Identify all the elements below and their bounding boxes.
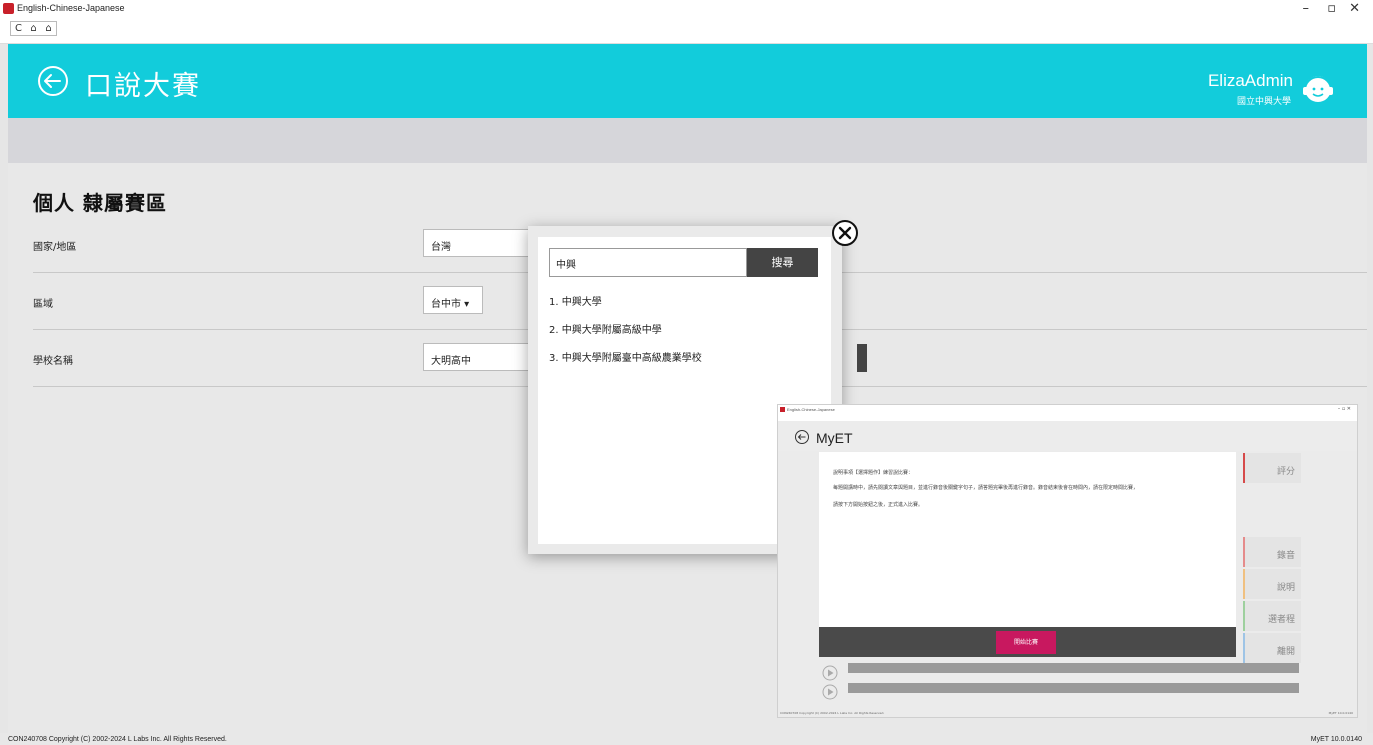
thumbnail-play-icon <box>822 665 838 681</box>
region-select[interactable]: 台中市 ▾ <box>423 286 483 314</box>
section-title: 個人 隸屬賽區 <box>33 191 167 215</box>
thumbnail-footer-version: MyET 10.0.0140 <box>1328 711 1353 715</box>
thumbnail-app-icon <box>780 407 785 412</box>
user-organization: 國立中興大學 <box>1236 97 1291 107</box>
country-label: 國家/地區 <box>33 242 77 253</box>
region-label: 區域 <box>33 299 53 310</box>
thumbnail-window-title: English-Chinese-Japanese <box>787 407 835 412</box>
thumbnail-window[interactable]: English-Chinese-Japanese – ▫ ✕ MyET 說明事項… <box>777 404 1358 718</box>
avatar-icon[interactable] <box>1301 72 1335 106</box>
thumbnail-side-score: 評分 <box>1243 453 1301 483</box>
school-field[interactable]: 大明高中 <box>423 343 533 371</box>
search-input[interactable]: 中興 <box>549 248 747 277</box>
thumbnail-header: MyET <box>778 421 1357 451</box>
version-text: MyET 10.0.0140 <box>1310 736 1362 743</box>
nav-buttons: C ⌂ ⌂ <box>10 21 57 36</box>
sub-header-bar <box>8 118 1367 163</box>
thumbnail-back-icon <box>795 430 809 444</box>
user-name: ElizaAdmin <box>1207 71 1293 90</box>
result-item[interactable]: 1. 中興大學 <box>549 293 602 308</box>
home-icon[interactable]: ⌂ <box>26 23 41 34</box>
school-search-button[interactable] <box>857 344 867 372</box>
thumbnail-text-line: 說明事項【選擇題作】練習說比賽： <box>833 470 914 476</box>
result-item[interactable]: 2. 中興大學附屬高級中學 <box>549 321 662 336</box>
app-icon <box>3 3 14 14</box>
thumbnail-window-controls: – ▫ ✕ <box>1337 406 1351 412</box>
thumbnail-start-button: 開始比賽 <box>996 631 1056 654</box>
thumbnail-side-help: 說明 <box>1243 569 1301 599</box>
search-button[interactable]: 搜尋 <box>747 248 818 277</box>
thumbnail-content: 說明事項【選擇題作】練習說比賽： 每題開講時中，請先閱讀文章與題目，並進行錄音後… <box>819 452 1236 630</box>
window-title: English-Chinese-Japanese <box>17 3 125 13</box>
maximize-button[interactable]: ▫ <box>1327 1 1336 16</box>
thumbnail-side-record: 錄音 <box>1243 537 1301 567</box>
window-titlebar: English-Chinese-Japanese – ▫ ✕ <box>0 0 1373 18</box>
thumbnail-titlebar: English-Chinese-Japanese – ▫ ✕ <box>778 405 1357 421</box>
app-footer: CON240708 Copyright (C) 2002-2024 L Labs… <box>0 733 1373 745</box>
country-field[interactable]: 台灣 <box>423 229 533 257</box>
thumbnail-footer-copyright: CON240708 Copyright (C) 2002-2024 L Labs… <box>780 711 885 715</box>
app-header: 口說大賽 ElizaAdmin 國立中興大學 <box>8 44 1367 118</box>
copyright-text: CON240708 Copyright (C) 2002-2024 L Labs… <box>8 736 227 743</box>
minimize-button[interactable]: – <box>1303 1 1310 16</box>
school-label: 學校名稱 <box>33 356 73 367</box>
close-window-button[interactable]: ✕ <box>1349 1 1360 16</box>
thumbnail-audio-track <box>848 663 1299 673</box>
home-alt-icon[interactable]: ⌂ <box>41 23 56 34</box>
browser-toolbar: C ⌂ ⌂ <box>0 18 1373 44</box>
thumbnail-text-line: 每題開講時中，請先閱讀文章與題目，並進行錄音後關鍵字句子，請答題完畢後再進行錄音… <box>833 485 1139 491</box>
page-title: 口說大賽 <box>85 71 201 102</box>
thumbnail-title: MyET <box>816 430 853 446</box>
back-arrow-icon[interactable] <box>36 64 70 98</box>
refresh-icon[interactable]: C <box>11 23 26 34</box>
close-dialog-icon[interactable] <box>831 219 859 247</box>
thumbnail-audio-track <box>848 683 1299 693</box>
thumbnail-side-exit: 離開 <box>1243 633 1301 663</box>
thumbnail-text-line: 請按下方開始按鈕之後，正式進入比賽。 <box>833 502 924 508</box>
result-item[interactable]: 3. 中興大學附屬臺中高級農業學校 <box>549 349 702 364</box>
thumbnail-play-icon <box>822 684 838 700</box>
thumbnail-side-option: 選者程 <box>1243 601 1301 631</box>
